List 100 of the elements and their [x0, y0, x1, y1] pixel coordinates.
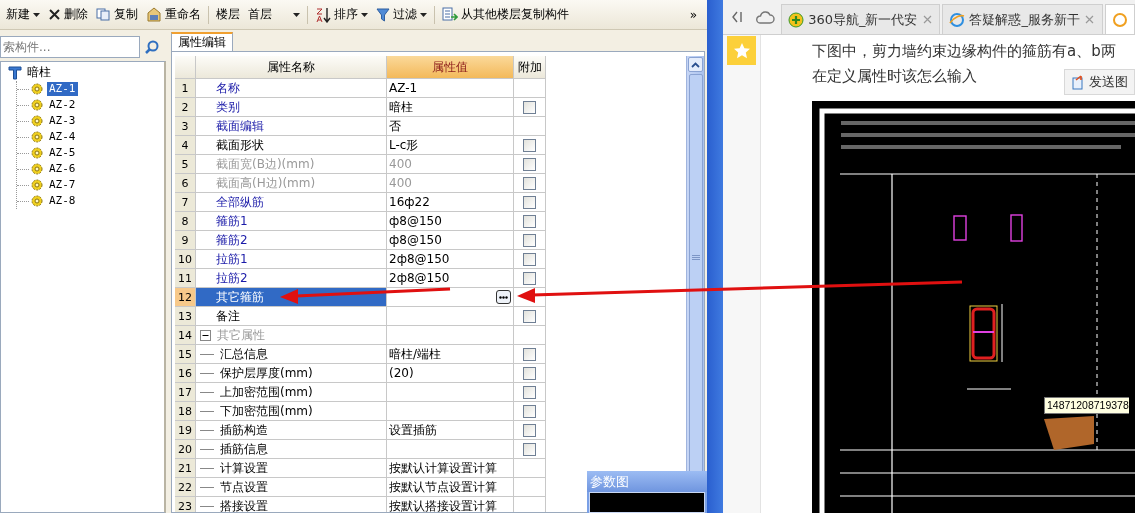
row-number: 7: [175, 193, 196, 212]
chevron-up-icon: [691, 61, 700, 68]
scroll-up-button[interactable]: [688, 57, 703, 72]
row-number: 9: [175, 231, 196, 250]
property-value: 设置插筋: [387, 421, 514, 440]
tree-item[interactable]: AZ-1: [47, 82, 78, 96]
question-text: 下图中，剪力墙约束边缘构件的箍筋有a、b两: [812, 41, 1116, 62]
gear-icon: [31, 115, 43, 127]
checkbox[interactable]: [523, 309, 536, 323]
checkbox[interactable]: [523, 233, 536, 247]
gear-icon: [31, 83, 43, 95]
row-number: 23: [175, 497, 196, 512]
property-value: 否: [387, 117, 514, 136]
plus-circle-icon: [788, 11, 805, 28]
property-name: 下加密范围(mm): [196, 402, 387, 421]
checkbox[interactable]: [523, 100, 536, 114]
tree-item[interactable]: AZ-4: [47, 130, 78, 144]
property-name: 截面宽(B边)(mm): [196, 155, 387, 174]
gear-icon: [31, 131, 43, 143]
tree-item[interactable]: AZ-8: [47, 194, 78, 208]
checkbox[interactable]: [523, 442, 536, 456]
property-name: 箍筋2: [196, 231, 387, 250]
property-name: 节点设置: [196, 478, 387, 497]
tree-item[interactable]: AZ-7: [47, 178, 78, 192]
browser-tab[interactable]: 360导航_新一代安: [781, 4, 941, 34]
checkbox[interactable]: [523, 423, 536, 437]
row-number: 6: [175, 174, 196, 193]
column-header[interactable]: 附加: [514, 56, 546, 79]
row-number: 1: [175, 79, 196, 98]
column-header[interactable]: 属性值: [387, 56, 514, 79]
tree-line: [200, 372, 214, 374]
floor-select[interactable]: 首层: [244, 5, 304, 24]
row-number: 11: [175, 269, 196, 288]
checkbox[interactable]: [523, 214, 536, 228]
row-number: 8: [175, 212, 196, 231]
extra-cell: [514, 478, 546, 497]
checkbox[interactable]: [523, 347, 536, 361]
tree-line: [200, 505, 214, 507]
gear-icon: [31, 147, 43, 159]
row-number: 22: [175, 478, 196, 497]
tree-line: [200, 467, 214, 469]
toolbar-button[interactable]: 删除: [44, 4, 92, 25]
tree-item[interactable]: AZ-6: [47, 162, 78, 176]
funnel-icon: [8, 65, 22, 80]
toolbar-button[interactable]: 过滤: [372, 4, 431, 25]
property-value: 16ф22: [387, 193, 514, 212]
tree-item[interactable]: AZ-2: [47, 98, 78, 112]
row-number: 21: [175, 459, 196, 478]
property-name: 截面编辑: [196, 117, 387, 136]
checkbox[interactable]: [523, 195, 536, 209]
tree-item[interactable]: AZ-5: [47, 146, 78, 160]
property-name: 全部纵筋: [196, 193, 387, 212]
toolbar-button[interactable]: 新建: [2, 4, 44, 25]
property-value: 按默认搭接设置计算: [387, 497, 514, 512]
panel-tab[interactable]: 属性编辑: [171, 32, 233, 51]
collapse-icon[interactable]: [200, 329, 211, 341]
send-picture-button[interactable]: 发送图: [1064, 69, 1135, 95]
property-value: 按默认计算设置计算: [387, 459, 514, 478]
close-icon: [923, 15, 932, 24]
property-value: ф8@150: [387, 231, 514, 250]
toolbar-button[interactable]: 复制: [92, 4, 142, 25]
floor-label: 楼层: [215, 6, 241, 23]
browser-tab[interactable]: [1105, 4, 1135, 34]
overflow-button[interactable]: »: [685, 5, 701, 24]
property-name: 保护层厚度(mm): [196, 364, 387, 383]
checkbox[interactable]: [523, 138, 536, 152]
tree-item[interactable]: AZ-3: [47, 114, 78, 128]
ellipsis-button[interactable]: [496, 290, 511, 304]
checkbox[interactable]: [523, 404, 536, 418]
browser-tab[interactable]: 答疑解惑_服务新干: [942, 4, 1103, 34]
property-value: 按默认节点设置计算: [387, 478, 514, 497]
row-number: 13: [175, 307, 196, 326]
row-number: 12: [175, 288, 196, 307]
search-field[interactable]: 索构件...: [0, 36, 140, 58]
toolbar-button[interactable]: 从其他楼层复制构件: [438, 4, 573, 25]
property-value: 2ф8@150: [387, 269, 514, 288]
header-cell: [175, 56, 196, 79]
send-icon: [1071, 74, 1085, 90]
toolbar-button[interactable]: 排序: [311, 4, 372, 25]
row-number: 18: [175, 402, 196, 421]
toolbar-button[interactable]: 重命名: [142, 4, 205, 25]
ellipsis-icon: [499, 295, 508, 299]
close-icon: [48, 8, 61, 21]
property-name: 上加密范围(mm): [196, 383, 387, 402]
property-name: 拉筋1: [196, 250, 387, 269]
checkbox[interactable]: [523, 385, 536, 399]
property-name: 截面高(H边)(mm): [196, 174, 387, 193]
checkbox[interactable]: [523, 271, 536, 285]
checkbox[interactable]: [523, 252, 536, 266]
question-text: 在定义属性时该怎么输入: [812, 66, 977, 87]
property-value: AZ-1: [387, 79, 514, 98]
caret-icon: [361, 12, 368, 17]
column-header[interactable]: 属性名称: [196, 56, 387, 79]
caret-icon: [33, 12, 40, 17]
gear-icon: [31, 179, 43, 191]
tree-item[interactable]: 暗柱: [27, 64, 51, 81]
checkbox[interactable]: [523, 366, 536, 380]
property-name: 插筋构造: [196, 421, 387, 440]
rename-icon: [146, 7, 162, 22]
image-tooltip: 14871208719378: [1044, 397, 1129, 414]
